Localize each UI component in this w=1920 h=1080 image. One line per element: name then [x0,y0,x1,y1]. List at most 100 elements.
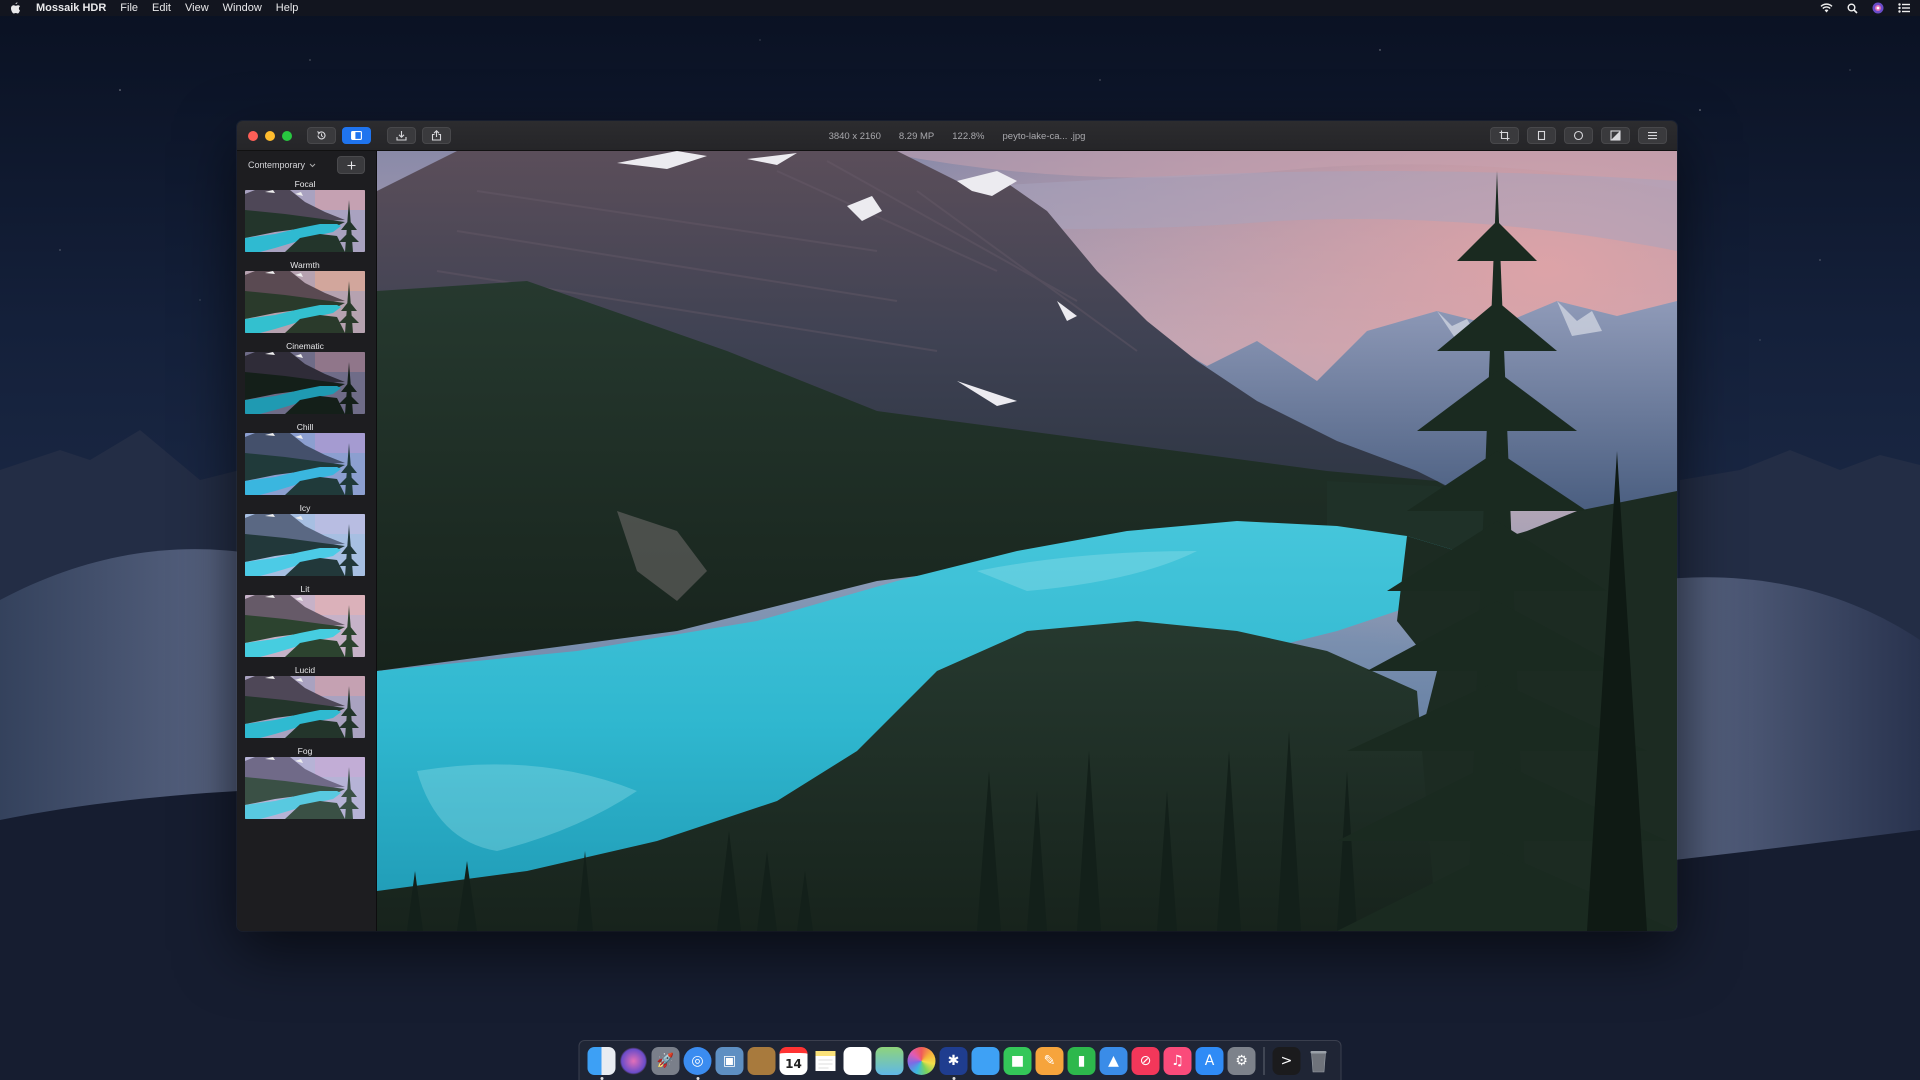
window-controls [248,130,292,141]
history-button[interactable] [307,127,336,144]
facetime-icon[interactable]: ■ [1003,1046,1032,1075]
preset-item[interactable]: Icy [237,503,376,576]
download-icon [396,131,407,141]
dock: 🚀 ◎ ▣ 14 ☰ ✱ ■ ✎ ▮ ▲ ⊘ ♫ A ⚙ > [578,1040,1342,1080]
system-preferences-icon[interactable]: ⚙ [1227,1046,1256,1075]
preset-list: Focal Warmth Cinematic Chill Icy Lit Luc… [237,179,376,819]
title-bar: 3840 x 2160 8.29 MP 122.8% peyto-lake-ca… [237,121,1677,151]
photos-icon[interactable] [907,1046,936,1075]
calendar-icon[interactable]: 14 [779,1046,808,1075]
minimize-window-button[interactable] [265,130,275,141]
zoom-level: 122.8% [952,130,985,142]
presets-sidebar: Contemporary Focal Warmth Cinematic Chil… [237,151,377,931]
preset-thumbnail [245,190,376,252]
preset-item[interactable]: Cinematic [237,341,376,414]
radial-button[interactable] [1564,127,1593,144]
keynote-icon[interactable]: ▲ [1099,1046,1128,1075]
menu-button[interactable] [1638,127,1667,144]
numbers-icon[interactable]: ▮ [1067,1046,1096,1075]
image-megapixels: 8.29 MP [898,130,935,142]
import-button[interactable] [387,127,416,144]
preset-item[interactable]: Warmth [237,260,376,333]
preset-label: Focal [294,179,316,189]
preset-label: Lit [300,584,310,594]
plus-icon [347,161,355,169]
preset-thumbnail [245,757,376,819]
preset-label: Icy [299,503,311,513]
preset-thumbnail [245,352,376,414]
reminders-icon[interactable]: ☰ [843,1046,872,1075]
share-icon [431,130,442,141]
chevron-down-icon [309,163,316,167]
menu-window[interactable]: Window [223,2,262,14]
apple-icon[interactable] [10,2,22,14]
menu-help[interactable]: Help [276,2,299,14]
spotlight-icon[interactable] [1847,3,1858,14]
preset-label: Chill [296,422,314,432]
mask-button[interactable] [1527,127,1556,144]
image-canvas[interactable] [377,151,1677,931]
image-info: 3840 x 2160 8.29 MP 122.8% peyto-lake-ca… [237,121,1677,151]
add-preset-button[interactable] [337,156,365,174]
preset-label: Cinematic [286,341,324,351]
terminal-icon[interactable]: > [1272,1046,1301,1075]
preset-thumbnail [245,676,376,738]
calendar-day: 14 [785,1056,802,1071]
finder-icon[interactable] [587,1046,616,1080]
preset-label: Fog [297,746,313,756]
itunes-icon[interactable]: ♫ [1163,1046,1192,1075]
toggle-sidebar-button[interactable] [342,127,371,144]
preset-label: Lucid [294,665,316,675]
close-window-button[interactable] [248,130,258,141]
circle-icon [1573,130,1584,141]
preset-item[interactable]: Lit [237,584,376,657]
trash-icon[interactable] [1305,1047,1333,1075]
menu-bar: Mossaik HDR File Edit View Window Help [0,0,1920,16]
crop-icon [1499,130,1510,141]
history-icon [317,131,326,140]
landscape-photo [377,151,1677,931]
app-store-icon[interactable]: A [1195,1046,1224,1075]
menu-view[interactable]: View [185,2,209,14]
preset-category-dropdown[interactable]: Contemporary [248,160,316,170]
preset-thumbnail [245,514,376,576]
siri-icon[interactable] [1872,2,1884,14]
menu-app-name[interactable]: Mossaik HDR [36,2,106,14]
menu-file[interactable]: File [120,2,138,14]
notification-center-icon[interactable] [1898,3,1910,13]
news-icon[interactable]: ⊘ [1131,1046,1160,1075]
image-filename: peyto-lake-ca... .jpg [1002,130,1086,142]
share-button[interactable] [422,127,451,144]
hamburger-icon [1648,132,1657,140]
compare-button[interactable] [1601,127,1630,144]
preset-item[interactable]: Chill [237,422,376,495]
dock-separator [1263,1046,1265,1075]
preset-item[interactable]: Focal [237,179,376,252]
preset-item[interactable]: Lucid [237,665,376,738]
app-window: 3840 x 2160 8.29 MP 122.8% peyto-lake-ca… [237,121,1677,931]
notefile-icon[interactable] [747,1046,776,1075]
preset-item[interactable]: Fog [237,746,376,819]
preset-thumbnail [245,595,376,657]
siri-icon[interactable] [619,1046,648,1075]
crop-button[interactable] [1490,127,1519,144]
square-icon [1537,130,1546,141]
safari-icon[interactable]: ◎ [683,1046,712,1080]
preset-label: Warmth [290,260,320,270]
preview-icon[interactable]: ▣ [715,1046,744,1075]
pages-icon[interactable]: ✎ [1035,1046,1064,1075]
maps-icon[interactable] [875,1046,904,1075]
launchpad-icon[interactable]: 🚀 [651,1046,680,1075]
sidebar-icon [351,131,362,140]
image-dimensions: 3840 x 2160 [828,130,881,142]
preset-category-label: Contemporary [248,160,306,170]
notes-icon[interactable] [812,1047,840,1075]
preset-thumbnail [245,433,376,495]
compare-icon [1610,130,1621,141]
preset-thumbnail [245,271,376,333]
mossaik-icon[interactable]: ✱ [939,1046,968,1080]
menu-edit[interactable]: Edit [152,2,171,14]
messages-icon[interactable] [971,1046,1000,1075]
zoom-window-button[interactable] [282,130,292,141]
wifi-icon[interactable] [1820,3,1833,13]
